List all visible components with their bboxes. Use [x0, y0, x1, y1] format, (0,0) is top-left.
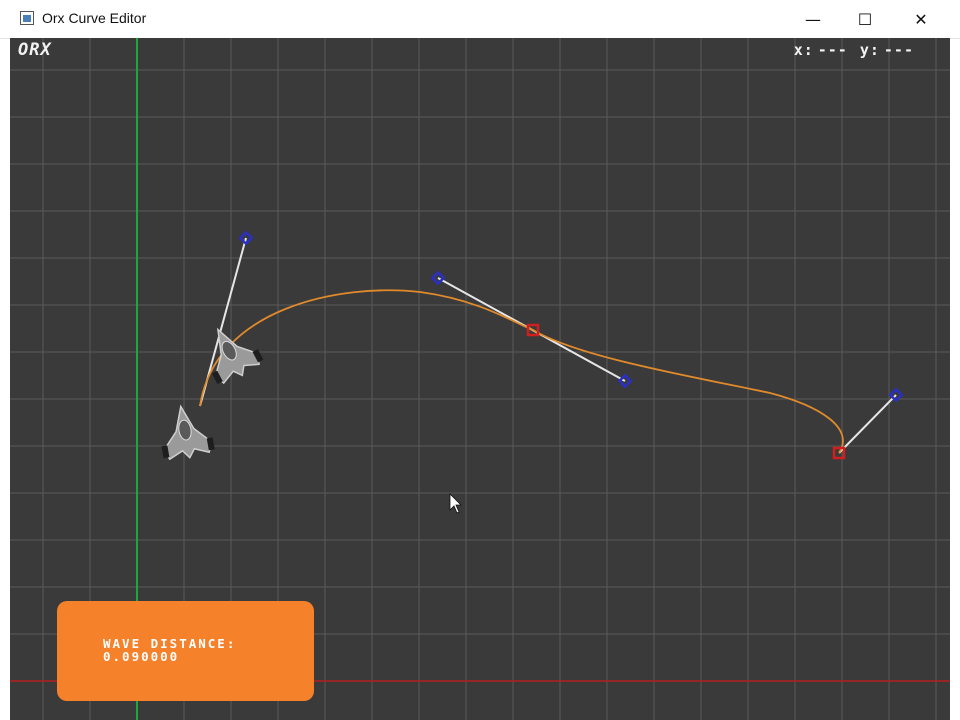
minimize-button[interactable]: — — [790, 0, 836, 38]
spaceship-sprite — [161, 404, 215, 461]
x-label: x: — [793, 41, 814, 59]
maximize-button[interactable]: ☐ — [842, 0, 888, 38]
y-label: y: — [859, 41, 880, 59]
cursor-coordinates: x: --- y: --- — [790, 41, 914, 59]
window-title: Orx Curve Editor — [42, 10, 147, 26]
app-window-icon — [20, 11, 34, 25]
x-value: --- — [817, 41, 848, 59]
wave-distance-value: 0.090000 — [103, 649, 180, 664]
wave-distance-panel: WAVE DISTANCE: 0.090000 — [57, 601, 314, 701]
curve-editor-viewport[interactable]: ORX x: --- y: --- WAVE DISTANCE: 0.090000 — [10, 38, 950, 720]
title-bar: Orx Curve Editor — ☐ ✕ — [0, 0, 960, 39]
y-value: --- — [883, 41, 914, 59]
close-button[interactable]: ✕ — [898, 0, 944, 38]
handle-line — [838, 394, 897, 454]
mouse-pointer-icon — [449, 493, 462, 514]
bezier-curve[interactable] — [199, 289, 844, 454]
orx-logo: ORX — [18, 40, 52, 60]
